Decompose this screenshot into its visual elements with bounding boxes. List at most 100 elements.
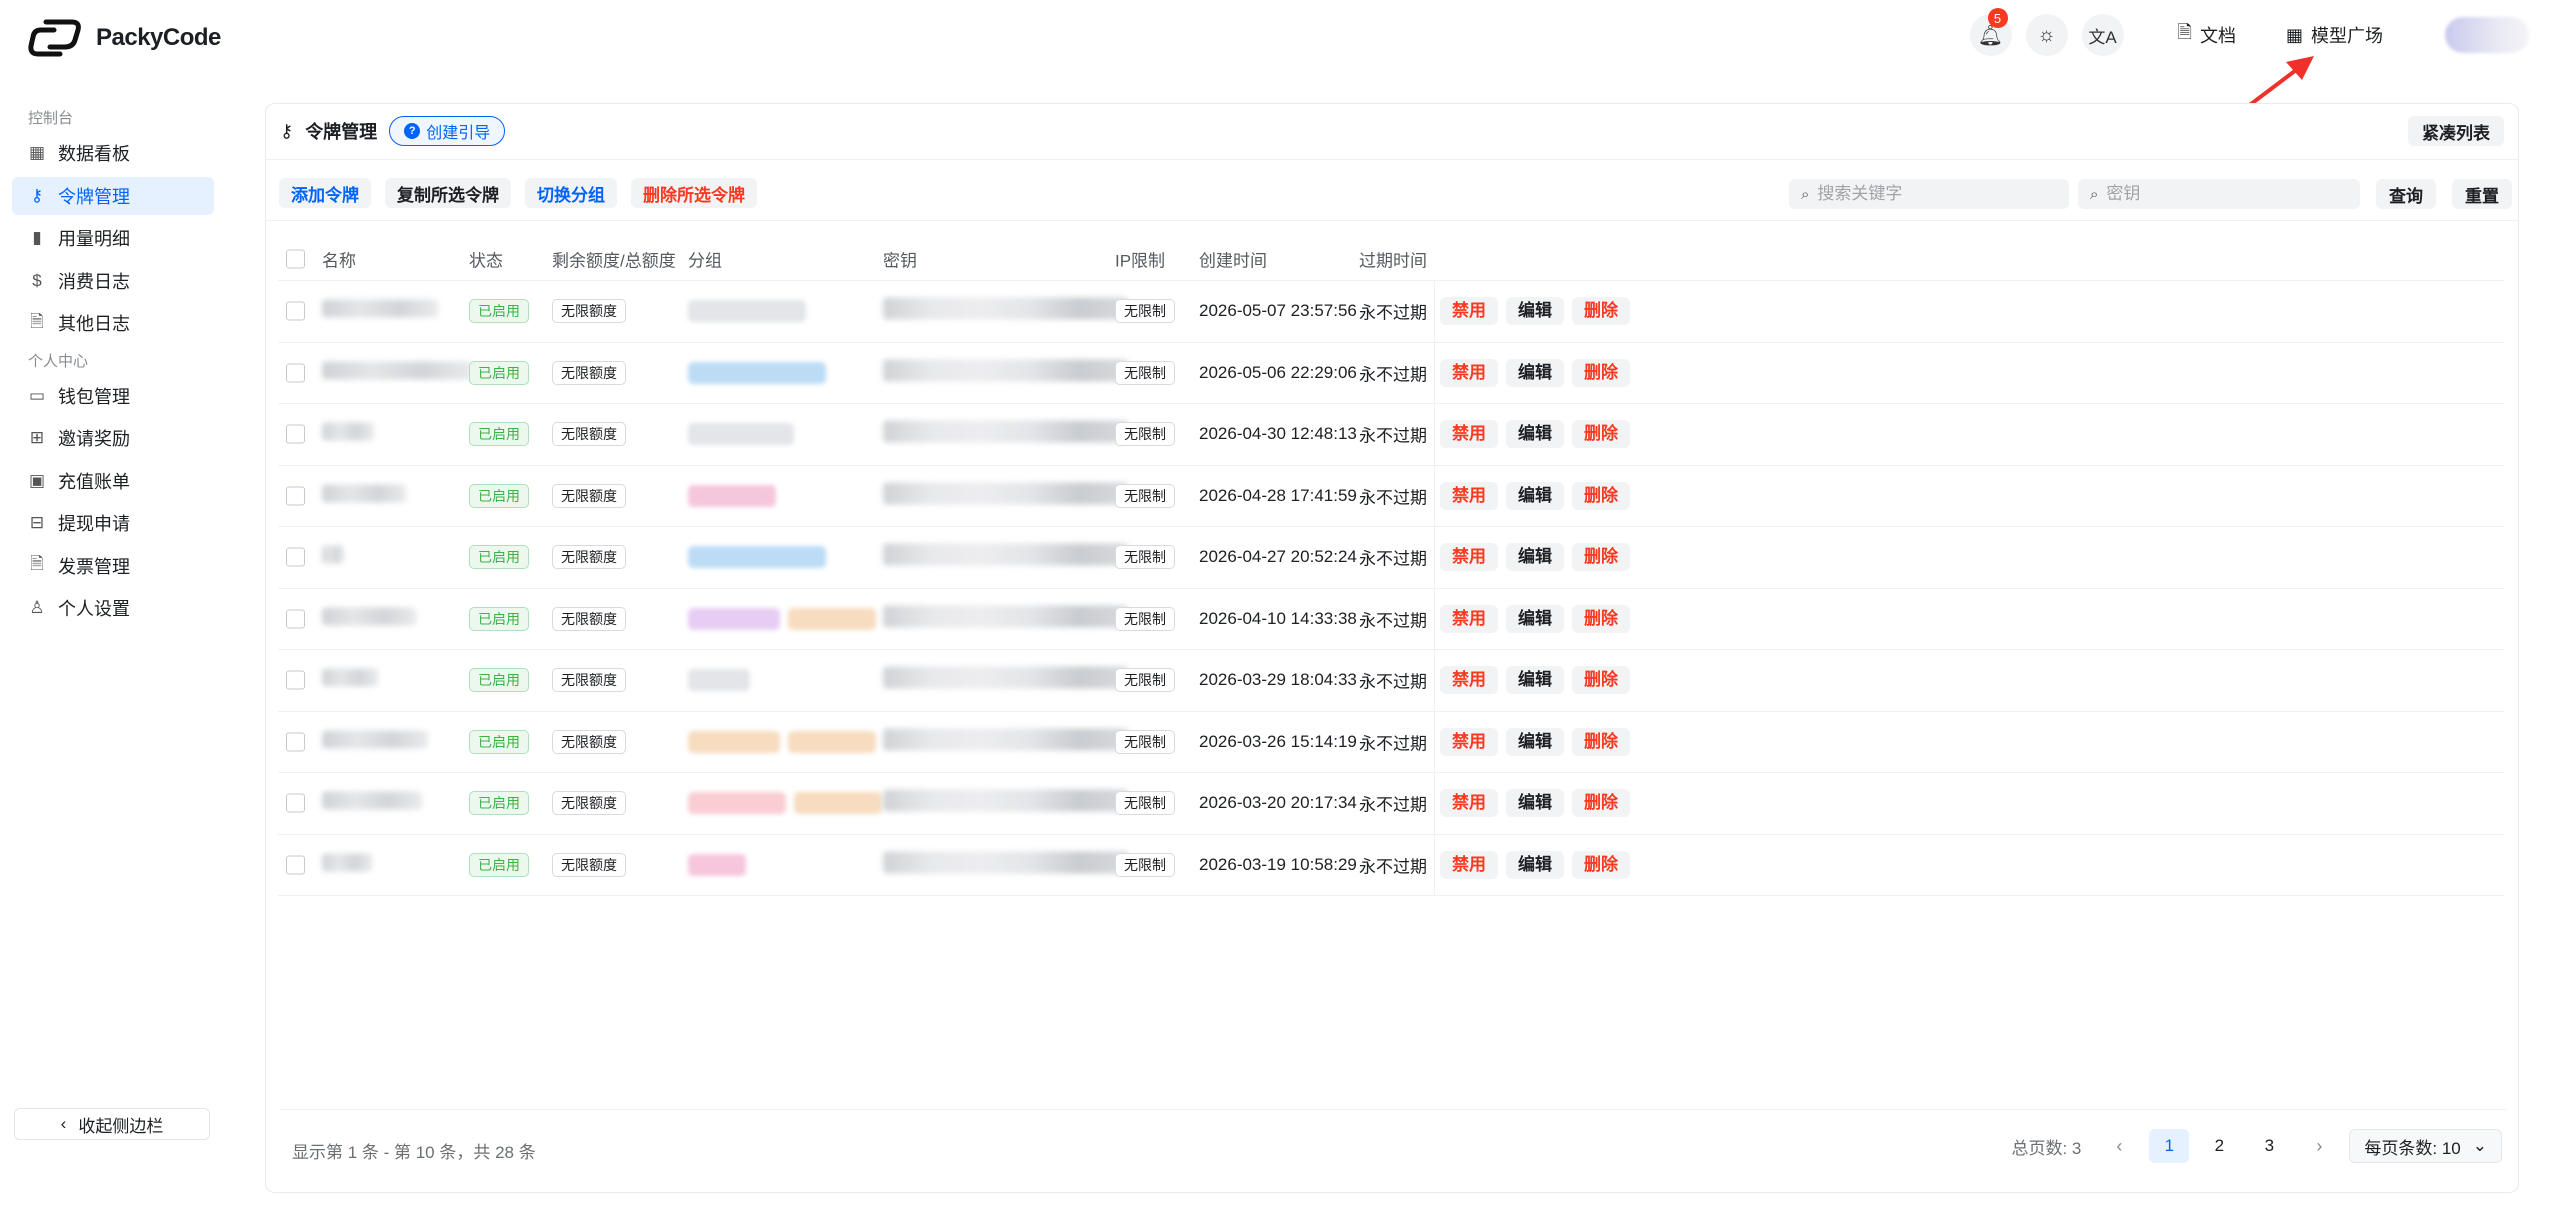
api-key[interactable] xyxy=(883,359,1128,386)
sidebar-item-wallet[interactable]: ▭ 钱包管理 xyxy=(12,377,214,415)
column-header[interactable]: 分组 xyxy=(688,246,722,271)
delete-button[interactable]: 删除 xyxy=(1572,297,1630,326)
page-button[interactable]: 2 xyxy=(2199,1129,2239,1163)
delete-button[interactable]: 删除 xyxy=(1572,481,1630,510)
add-token-button[interactable]: 添加令牌 xyxy=(279,178,371,208)
delete-button[interactable]: 删除 xyxy=(1572,420,1630,449)
sidebar-item-invoice[interactable]: 🗎 发票管理 xyxy=(12,547,214,585)
collapse-sidebar-button[interactable]: ‹ 收起侧边栏 xyxy=(14,1108,210,1140)
disable-button[interactable]: 禁用 xyxy=(1440,789,1498,818)
row-checkbox[interactable] xyxy=(286,670,305,690)
delete-selected-button[interactable]: 删除所选令牌 xyxy=(631,178,757,208)
delete-button[interactable]: 删除 xyxy=(1572,666,1630,695)
chevron-left-icon[interactable]: ‹ xyxy=(2099,1129,2139,1163)
disable-button[interactable]: 禁用 xyxy=(1440,604,1498,633)
theme-toggle-button[interactable]: ☼ xyxy=(2025,14,2068,56)
page-size-select[interactable]: 每页条数: 10 ⌄ xyxy=(2349,1129,2502,1163)
row-checkbox[interactable] xyxy=(286,363,305,383)
api-key[interactable] xyxy=(883,728,1128,755)
row-checkbox[interactable] xyxy=(286,547,305,567)
disable-button[interactable]: 禁用 xyxy=(1440,420,1498,449)
delete-button[interactable]: 删除 xyxy=(1572,850,1630,879)
api-key[interactable] xyxy=(883,543,1128,571)
column-header[interactable]: 状态 xyxy=(469,246,503,271)
ip-limit-badge: 无限制 xyxy=(1115,668,1175,693)
reset-button[interactable]: 重置 xyxy=(2452,179,2512,209)
row-checkbox[interactable] xyxy=(286,793,305,813)
sidebar-item-consumption-log[interactable]: $ 消费日志 xyxy=(12,262,214,300)
disable-button[interactable]: 禁用 xyxy=(1440,481,1498,510)
docs-link[interactable]: 🗎 文档 xyxy=(2178,20,2236,50)
copy-selected-button[interactable]: 复制所选令牌 xyxy=(385,178,511,208)
ip-limit-label: 无限制 xyxy=(1115,299,1175,324)
page-button[interactable]: 3 xyxy=(2249,1129,2289,1163)
edit-button[interactable]: 编辑 xyxy=(1506,481,1564,510)
disable-button[interactable]: 禁用 xyxy=(1440,543,1498,572)
query-button[interactable]: 查询 xyxy=(2376,179,2436,209)
sidebar-item-recharge[interactable]: ▣ 充值账单 xyxy=(12,462,214,500)
edit-button[interactable]: 编辑 xyxy=(1506,727,1564,756)
status-badge: 已启用 xyxy=(469,483,529,508)
disable-button[interactable]: 禁用 xyxy=(1440,850,1498,879)
chevron-right-icon[interactable]: › xyxy=(2299,1129,2339,1163)
edit-button[interactable]: 编辑 xyxy=(1506,666,1564,695)
model-square-link[interactable]: ▦ 模型广场 xyxy=(2286,22,2383,48)
column-header[interactable]: 过期时间 xyxy=(1359,246,1427,271)
column-header[interactable]: 名称 xyxy=(322,246,356,271)
sidebar-item-dashboard[interactable]: ▦ 数据看板 xyxy=(12,134,214,172)
api-key[interactable] xyxy=(883,666,1128,694)
row-checkbox[interactable] xyxy=(286,609,305,629)
api-key[interactable] xyxy=(883,420,1128,448)
row-checkbox[interactable] xyxy=(286,424,305,444)
column-header[interactable]: 密钥 xyxy=(883,246,917,271)
sidebar-item-withdraw[interactable]: ⊟ 提现申请 xyxy=(12,504,214,542)
api-key[interactable] xyxy=(883,851,1128,878)
status-label: 已启用 xyxy=(469,668,529,693)
sidebar-item-invite[interactable]: ⊞ 邀请奖励 xyxy=(12,419,214,457)
switch-group-button[interactable]: 切换分组 xyxy=(525,178,617,208)
disable-button[interactable]: 禁用 xyxy=(1440,666,1498,695)
sidebar-item-tokens[interactable]: ⚷ 令牌管理 xyxy=(12,176,214,215)
sidebar-item-usage[interactable]: ▮ 用量明细 xyxy=(12,219,214,257)
api-key[interactable] xyxy=(883,482,1128,509)
language-button[interactable]: 文A xyxy=(2081,14,2124,56)
column-header[interactable]: 剩余额度/总额度 xyxy=(552,246,676,271)
create-guide-button[interactable]: ? 创建引导 xyxy=(389,116,506,146)
logo[interactable]: PackyCode xyxy=(28,16,221,60)
row-checkbox[interactable] xyxy=(286,732,305,752)
edit-button[interactable]: 编辑 xyxy=(1506,358,1564,387)
disable-button[interactable]: 禁用 xyxy=(1440,727,1498,756)
api-key[interactable] xyxy=(883,297,1128,325)
status-badge: 已启用 xyxy=(469,422,529,447)
edit-button[interactable]: 编辑 xyxy=(1506,297,1564,326)
edit-button[interactable]: 编辑 xyxy=(1506,420,1564,449)
notification-button[interactable]: 🔔︎ 5 xyxy=(1969,8,2012,56)
sidebar-item-settings[interactable]: ♙ 个人设置 xyxy=(12,589,214,627)
edit-button[interactable]: 编辑 xyxy=(1506,604,1564,633)
divider xyxy=(280,1109,2506,1110)
key-search-input[interactable] xyxy=(2106,184,2339,204)
column-header[interactable]: IP限制 xyxy=(1115,246,1165,271)
delete-button[interactable]: 删除 xyxy=(1572,604,1630,633)
compact-list-button[interactable]: 紧凑列表 xyxy=(2408,116,2504,146)
row-checkbox[interactable] xyxy=(286,855,305,875)
api-key[interactable] xyxy=(883,605,1128,632)
delete-button[interactable]: 删除 xyxy=(1572,543,1630,572)
delete-button[interactable]: 删除 xyxy=(1572,727,1630,756)
sidebar-item-other-log[interactable]: 🗎 其他日志 xyxy=(12,304,214,342)
column-header[interactable]: 创建时间 xyxy=(1199,246,1267,271)
select-all-checkbox[interactable] xyxy=(286,249,305,268)
delete-button[interactable]: 删除 xyxy=(1572,358,1630,387)
edit-button[interactable]: 编辑 xyxy=(1506,850,1564,879)
page-button[interactable]: 1 xyxy=(2149,1129,2190,1163)
row-checkbox[interactable] xyxy=(286,486,305,506)
disable-button[interactable]: 禁用 xyxy=(1440,297,1498,326)
disable-button[interactable]: 禁用 xyxy=(1440,358,1498,387)
delete-button[interactable]: 删除 xyxy=(1572,789,1630,818)
api-key[interactable] xyxy=(883,789,1128,817)
keyword-search-input[interactable] xyxy=(1817,184,2048,204)
edit-button[interactable]: 编辑 xyxy=(1506,543,1564,572)
user-avatar[interactable] xyxy=(2445,17,2529,53)
row-checkbox[interactable] xyxy=(286,301,305,321)
edit-button[interactable]: 编辑 xyxy=(1506,789,1564,818)
